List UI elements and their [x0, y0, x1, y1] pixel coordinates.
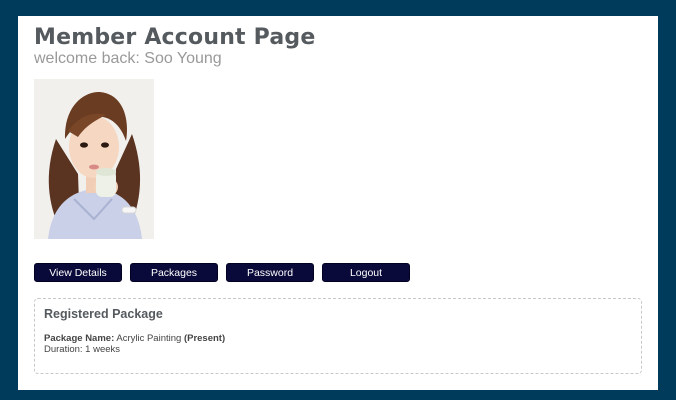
- package-name-value: Acrylic Painting: [116, 333, 182, 344]
- page-title: Member Account Page: [34, 25, 316, 50]
- welcome-message: welcome back: Soo Young: [34, 50, 222, 67]
- package-name-label: Package Name:: [44, 333, 115, 344]
- password-button[interactable]: Password: [226, 263, 314, 282]
- member-nav: View Details Packages Password Logout: [34, 263, 410, 282]
- package-status: (Present): [183, 333, 226, 344]
- package-duration: Duration: 1 weeks: [44, 344, 121, 355]
- registered-package-box: Registered Package Package Name: Acrylic…: [34, 298, 642, 374]
- logout-button[interactable]: Logout: [322, 263, 410, 282]
- package-heading: Registered Package: [44, 307, 163, 321]
- packages-button[interactable]: Packages: [130, 263, 218, 282]
- view-details-button[interactable]: View Details: [34, 263, 122, 282]
- profile-photo-image: [34, 79, 154, 239]
- package-name-line: Package Name: Acrylic Painting (Present): [44, 333, 225, 344]
- member-panel: Member Account Page welcome back: Soo Yo…: [18, 16, 658, 390]
- profile-photo: [34, 79, 154, 239]
